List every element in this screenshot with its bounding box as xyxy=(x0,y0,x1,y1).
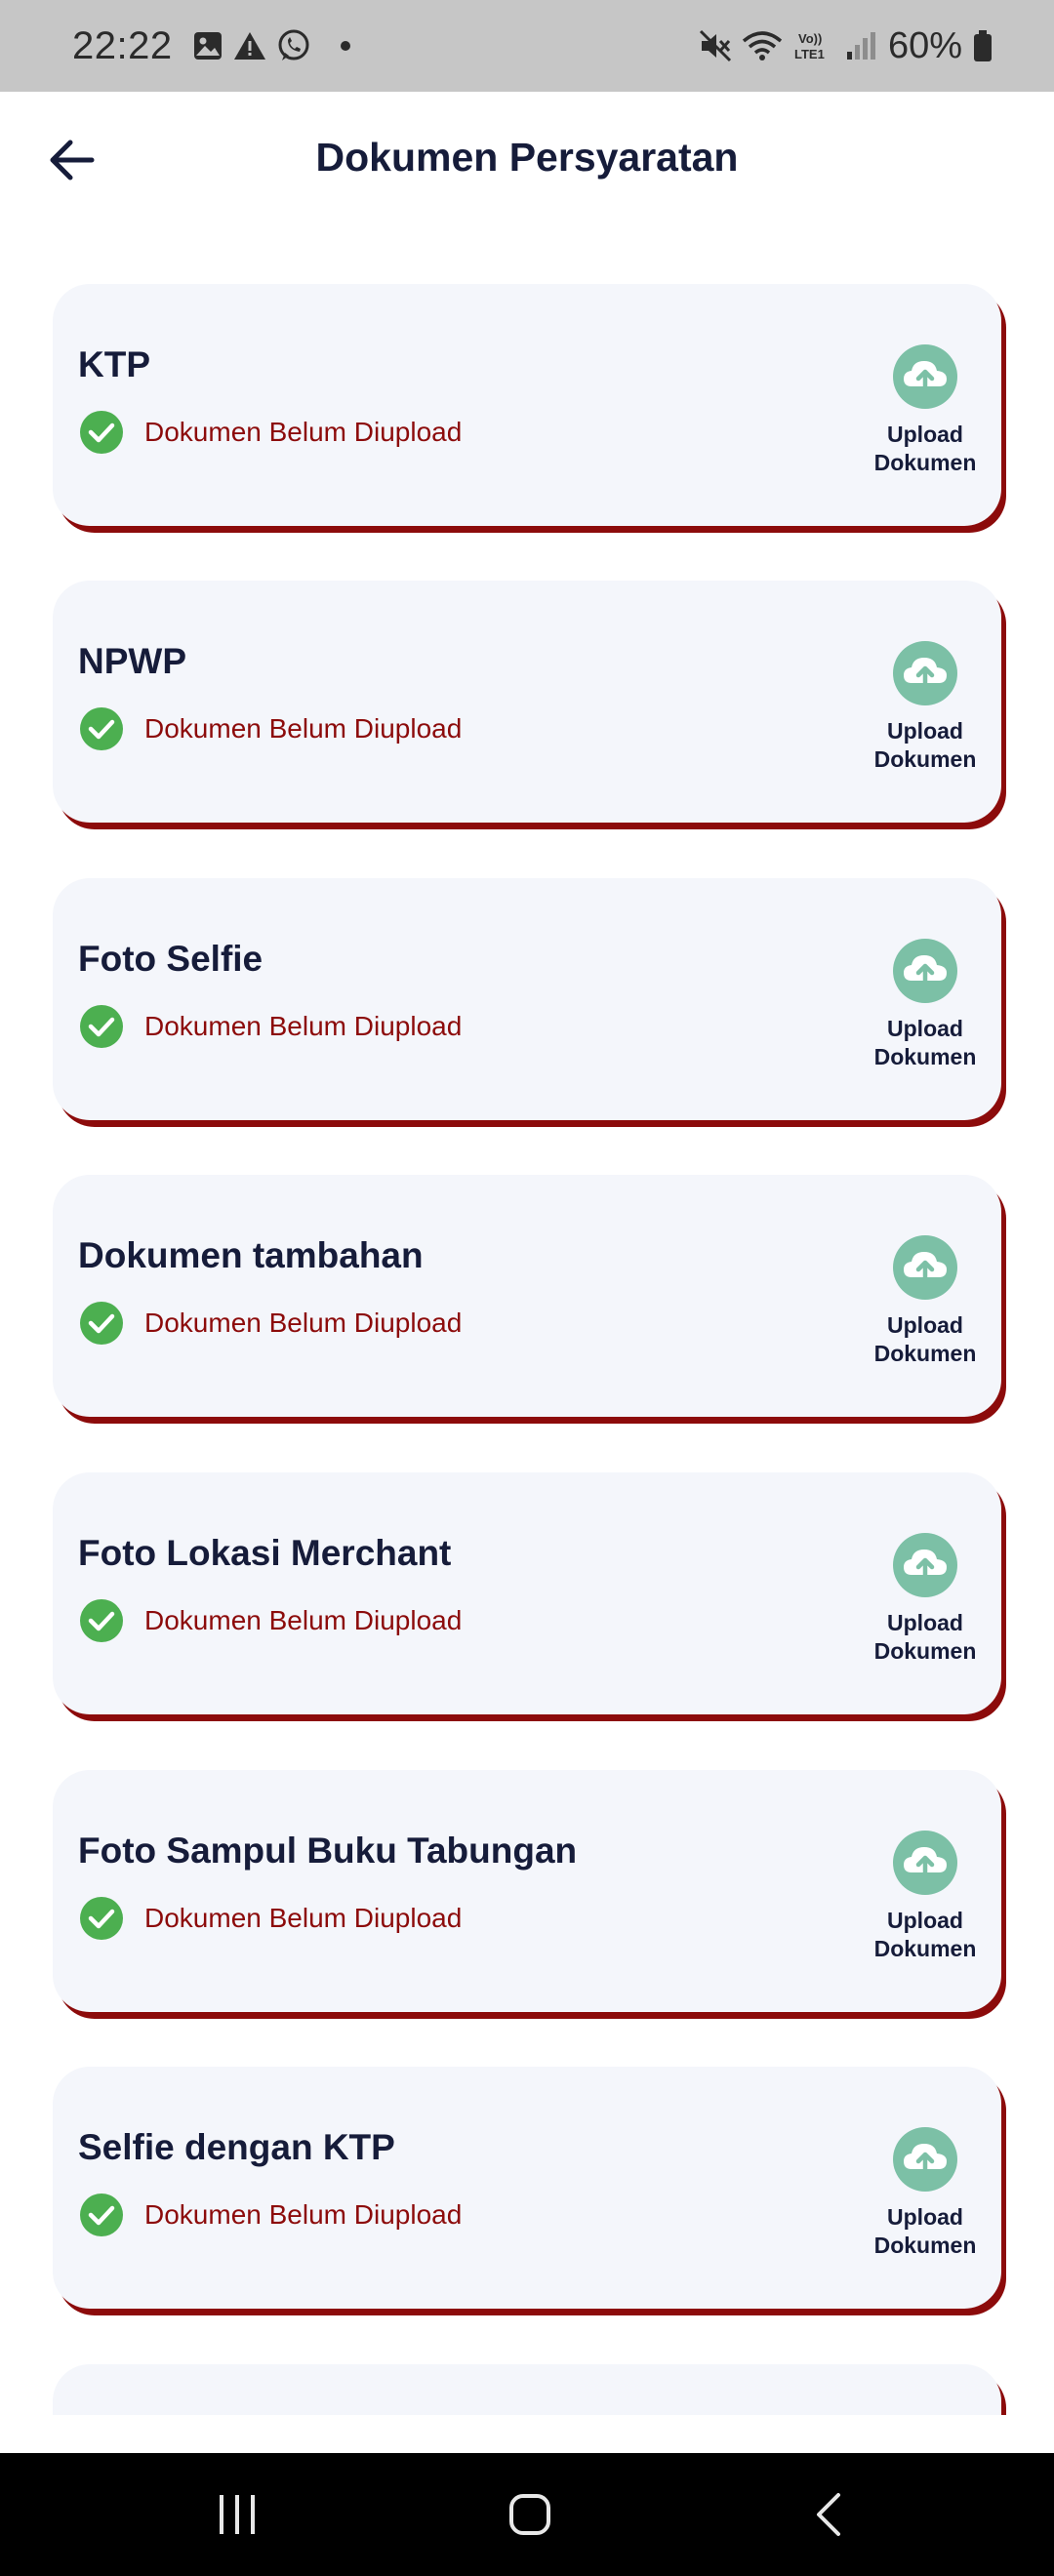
svg-text:LTE1: LTE1 xyxy=(794,47,825,61)
document-title: Selfie dengan KTP xyxy=(78,2127,395,2167)
document-title: Foto Lokasi Merchant xyxy=(78,1533,452,1573)
cloud-upload-icon xyxy=(893,344,957,409)
cloud-upload-icon xyxy=(893,1235,957,1300)
navigation-bar xyxy=(0,2453,1054,2576)
back-icon xyxy=(817,2493,840,2536)
check-circle-icon xyxy=(80,1302,123,1345)
mute-icon xyxy=(699,29,731,62)
notification-dot xyxy=(340,41,350,51)
warning-icon xyxy=(233,32,265,60)
check-circle-icon xyxy=(80,1897,123,1940)
status-right: Vo)) LTE1 60% xyxy=(689,25,993,67)
status-text: Dokumen Belum Diupload xyxy=(144,1903,463,1933)
image-icon xyxy=(193,32,222,60)
upload-label: Upload Dokumen xyxy=(873,422,977,475)
document-title: KTP xyxy=(78,344,150,384)
document-status: Dokumen Belum Diupload xyxy=(80,1302,462,1345)
check-circle-icon xyxy=(80,1599,123,1642)
document-status: Dokumen Belum Diupload xyxy=(80,411,462,454)
upload-button[interactable]: Upload Dokumen xyxy=(863,344,988,481)
document-card-foto-selfie[interactable]: Foto Selfie Dokumen Belum Diupload Uploa… xyxy=(53,878,1001,1120)
document-card-npwp[interactable]: NPWP Dokumen Belum Diupload Upload Dokum… xyxy=(53,581,1001,823)
check-circle-icon xyxy=(80,707,123,750)
upload-button[interactable]: Upload Dokumen xyxy=(863,641,988,778)
status-text: Dokumen Belum Diupload xyxy=(144,713,463,744)
document-card-foto-sampul-buku-tabungan[interactable]: Foto Sampul Buku Tabungan Dokumen Belum … xyxy=(53,1770,1001,2012)
upload-label: Upload Dokumen xyxy=(873,1610,977,1664)
status-time: 22:22 xyxy=(72,23,173,67)
battery-icon xyxy=(974,30,992,61)
cloud-upload-icon xyxy=(893,1831,957,1895)
upload-label: Upload Dokumen xyxy=(873,1908,977,1961)
document-list[interactable]: KTP Dokumen Belum Diupload Upload Dokume… xyxy=(0,236,1054,2415)
recent-apps-icon xyxy=(220,2495,255,2534)
status-text: Dokumen Belum Diupload xyxy=(144,1011,463,1041)
upload-button[interactable]: Upload Dokumen xyxy=(863,1235,988,1372)
home-icon xyxy=(509,2494,550,2535)
document-card-dokumen-tambahan[interactable]: Dokumen tambahan Dokumen Belum Diupload … xyxy=(53,1175,1001,1417)
status-text: Dokumen Belum Diupload xyxy=(144,1605,463,1635)
upload-button[interactable]: Upload Dokumen xyxy=(863,1533,988,1670)
recent-apps-button[interactable] xyxy=(198,2482,276,2547)
battery-percentage: 60% xyxy=(887,24,962,66)
upload-button[interactable]: Upload Dokumen xyxy=(863,1831,988,1967)
status-bar: 22:22 Vo)) LTE1 60% xyxy=(0,0,1054,92)
check-circle-icon xyxy=(80,1005,123,1048)
wifi-icon xyxy=(742,31,783,60)
status-text: Dokumen Belum Diupload xyxy=(144,417,463,447)
signal-icon xyxy=(846,32,875,60)
document-title: Foto Selfie xyxy=(78,939,264,979)
document-status: Dokumen Belum Diupload xyxy=(80,1897,462,1940)
document-card-selfie-dengan-ktp[interactable]: Selfie dengan KTP Dokumen Belum Diupload… xyxy=(53,2067,1001,2309)
document-card-ktp[interactable]: KTP Dokumen Belum Diupload Upload Dokume… xyxy=(53,284,1001,526)
document-card-partial[interactable] xyxy=(53,2364,1001,2415)
document-title: NPWP xyxy=(78,641,186,681)
document-status: Dokumen Belum Diupload xyxy=(80,2194,462,2236)
document-title: Foto Sampul Buku Tabungan xyxy=(78,1831,578,1871)
status-text: Dokumen Belum Diupload xyxy=(144,1308,463,1338)
upload-button[interactable]: Upload Dokumen xyxy=(863,939,988,1075)
upload-label: Upload Dokumen xyxy=(873,718,977,772)
page-title: Dokumen Persyaratan xyxy=(315,135,739,180)
cloud-upload-icon xyxy=(893,641,957,705)
whatsapp-icon xyxy=(278,29,309,60)
cloud-upload-icon xyxy=(893,939,957,1003)
check-circle-icon xyxy=(80,411,123,454)
upload-label: Upload Dokumen xyxy=(873,1016,977,1069)
home-button[interactable] xyxy=(491,2482,569,2547)
status-text: Dokumen Belum Diupload xyxy=(144,2199,463,2230)
document-card-foto-lokasi-merchant[interactable]: Foto Lokasi Merchant Dokumen Belum Diupl… xyxy=(53,1472,1001,1714)
cloud-upload-icon xyxy=(893,2127,957,2192)
upload-label: Upload Dokumen xyxy=(873,2204,977,2258)
nav-back-button[interactable] xyxy=(789,2482,867,2547)
volte-icon: Vo)) LTE1 xyxy=(794,31,825,61)
document-status: Dokumen Belum Diupload xyxy=(80,1599,462,1642)
cloud-upload-icon xyxy=(893,1533,957,1597)
document-title: Dokumen tambahan xyxy=(78,1235,424,1275)
document-status: Dokumen Belum Diupload xyxy=(80,1005,462,1048)
status-left: 22:22 xyxy=(72,24,350,68)
svg-text:Vo)): Vo)) xyxy=(798,31,822,46)
upload-label: Upload Dokumen xyxy=(873,1312,977,1366)
upload-button[interactable]: Upload Dokumen xyxy=(863,2127,988,2264)
app-header: Dokumen Persyaratan xyxy=(0,92,1054,236)
document-status: Dokumen Belum Diupload xyxy=(80,707,462,750)
check-circle-icon xyxy=(80,2194,123,2236)
